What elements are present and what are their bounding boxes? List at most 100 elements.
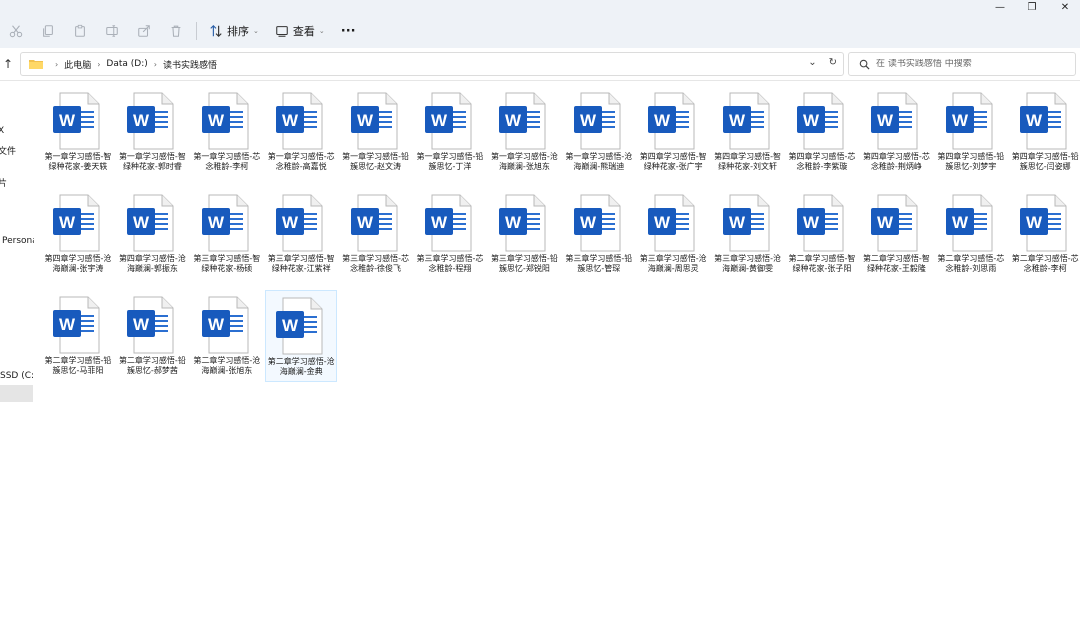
cut-button[interactable] — [0, 14, 32, 48]
delete-button[interactable] — [160, 14, 192, 48]
folder-icon — [29, 60, 43, 69]
file-tile[interactable]: W 第二章学习感悟-铅簇思忆-马菲阳 — [42, 290, 114, 382]
nav-item-ssd-c[interactable]: SSD (C:) — [0, 371, 34, 381]
file-name-label: 第四章学习感悟-智绿种花家-刘文轩 — [714, 152, 782, 171]
maximize-button[interactable]: ❐ — [1017, 0, 1047, 14]
breadcrumb-current-folder[interactable]: 读书实践感悟 — [163, 58, 217, 71]
sort-arrows-icon — [210, 24, 222, 38]
file-tile[interactable]: W 第一章学习感悟-沧海巅澜-张旭东 — [488, 86, 560, 178]
more-options-button[interactable]: ··· — [333, 18, 364, 44]
svg-text:W: W — [505, 213, 522, 232]
view-button[interactable]: 查看 ⌄ — [267, 18, 333, 44]
refresh-icon[interactable]: ↻ — [829, 57, 837, 68]
file-tile[interactable]: W 第二章学习感悟-铅簇思忆-郝梦茜 — [116, 290, 188, 382]
nav-item-2[interactable]: 文件 — [0, 144, 16, 157]
file-tile[interactable]: W 第三章学习感悟-铅簇思忆-郑锐阳 — [488, 188, 560, 280]
address-dropdown-icon[interactable]: ⌄ — [808, 57, 816, 68]
paste-button[interactable] — [64, 14, 96, 48]
file-tile[interactable]: W 第四章学习感悟-沧海巅澜-张宇涛 — [42, 188, 114, 280]
word-doc-icon: W — [201, 296, 253, 354]
file-tile[interactable]: W 第四章学习感悟-铅簇思忆-闫姿娜 — [1009, 86, 1080, 178]
file-name-label: 第一章学习感悟-芯念稚龄-高嘉悦 — [267, 152, 335, 171]
svg-text:W: W — [877, 213, 894, 232]
file-tile[interactable]: W 第三章学习感悟-铅簇思忆-管琛 — [563, 188, 635, 280]
word-doc-icon: W — [945, 92, 997, 150]
file-tile[interactable]: W 第一章学习感悟-智绿种花家-姜天轶 — [42, 86, 114, 178]
file-tile[interactable]: W 第四章学习感悟-智绿种花家-刘文轩 — [712, 86, 784, 178]
up-arrow-icon[interactable]: ↑ — [0, 56, 16, 72]
file-name-label: 第二章学习感悟-智绿种花家-张子阳 — [788, 254, 856, 273]
file-tile[interactable]: W 第三章学习感悟-智绿种花家-江紫祥 — [265, 188, 337, 280]
file-name-label: 第一章学习感悟-沧海巅澜-张旭东 — [490, 152, 558, 171]
word-doc-icon: W — [424, 194, 476, 252]
file-name-label: 第二章学习感悟-沧海巅澜-张旭东 — [193, 356, 261, 375]
breadcrumb-this-pc[interactable]: 此电脑 — [64, 58, 91, 71]
file-tile[interactable]: W 第二章学习感悟-智绿种花家-张子阳 — [786, 188, 858, 280]
nav-item-3[interactable]: 片 — [0, 176, 7, 189]
file-tile[interactable]: W 第三章学习感悟-沧海巅澜-周思灵 — [637, 188, 709, 280]
address-actions: ⌄ ↻ — [808, 57, 837, 68]
word-doc-icon: W — [796, 194, 848, 252]
word-doc-icon: W — [52, 296, 104, 354]
copy-button[interactable] — [32, 14, 64, 48]
search-box[interactable] — [848, 52, 1076, 76]
file-tile[interactable]: W 第二章学习感悟-智绿种花家-王毅隆 — [860, 188, 932, 280]
share-button[interactable] — [128, 14, 160, 48]
file-name-label: 第二章学习感悟-智绿种花家-王毅隆 — [862, 254, 930, 273]
sort-button[interactable]: 排序 ⌄ — [201, 18, 267, 44]
svg-text:W: W — [59, 315, 76, 334]
file-tile[interactable]: W 第二章学习感悟-芯念稚龄-李柯 — [1009, 188, 1080, 280]
file-name-label: 第一章学习感悟-铅簇思忆-赵文涛 — [342, 152, 410, 171]
word-doc-icon: W — [1019, 92, 1071, 150]
file-tile[interactable]: W 第四章学习感悟-沧海巅澜-郭振东 — [116, 188, 188, 280]
file-tile[interactable]: W 第二章学习感悟-沧海巅澜-金典 — [265, 290, 338, 382]
file-tile[interactable]: W 第三章学习感悟-智绿种花家-杨硕 — [191, 188, 263, 280]
file-name-label: 第三章学习感悟-铅簇思忆-郑锐阳 — [490, 254, 558, 273]
file-tile[interactable]: W 第四章学习感悟-智绿种花家-张广宇 — [637, 86, 709, 178]
search-input[interactable] — [876, 59, 1066, 69]
nav-item-personal[interactable]: Persona — [2, 236, 34, 246]
word-doc-icon: W — [1019, 194, 1071, 252]
file-name-label: 第四章学习感悟-沧海巅澜-郭振东 — [118, 254, 186, 273]
word-doc-icon: W — [275, 92, 327, 150]
file-tile[interactable]: W 第一章学习感悟-铅簇思忆-赵文涛 — [340, 86, 412, 178]
file-tile[interactable]: W 第三章学习感悟-芯念稚龄-徐俊飞 — [340, 188, 412, 280]
file-tile[interactable]: W 第一章学习感悟-沧海巅澜-熊瑞迪 — [563, 86, 635, 178]
file-tile[interactable]: W 第四章学习感悟-芯念稚龄-李紫璇 — [786, 86, 858, 178]
minimize-button[interactable]: — — [985, 0, 1015, 14]
file-tile[interactable]: W 第三章学习感悟-芯念稚龄-程翔 — [414, 188, 486, 280]
breadcrumb-separator-icon: › — [55, 59, 59, 69]
file-tile[interactable]: W 第一章学习感悟-芯念稚龄-李柯 — [191, 86, 263, 178]
address-bar[interactable]: › 此电脑 › Data (D:) › 读书实践感悟 ⌄ ↻ — [20, 52, 844, 76]
nav-item-selected-highlight[interactable] — [0, 385, 33, 402]
close-button[interactable]: ✕ — [1050, 0, 1080, 14]
word-doc-icon: W — [126, 296, 178, 354]
breadcrumb-data-drive[interactable]: Data (D:) — [106, 59, 147, 69]
file-tile[interactable]: W 第四章学习感悟-芯念稚龄-荆炳峥 — [860, 86, 932, 178]
file-tile[interactable]: W 第一章学习感悟-智绿种花家-郭时睿 — [116, 86, 188, 178]
copy-icon — [43, 25, 53, 37]
nav-item-1[interactable]: Ⅹ — [0, 126, 4, 136]
file-tile[interactable]: W 第一章学习感悟-芯念稚龄-高嘉悦 — [265, 86, 337, 178]
file-explorer-window: — ❐ ✕ 排序 ⌄ 查看 ⌄ ··· ↑ › 此电脑 › Data (D:) … — [0, 0, 1080, 640]
file-name-label: 第四章学习感悟-智绿种花家-张广宇 — [639, 152, 707, 171]
file-tile[interactable]: W 第二章学习感悟-沧海巅澜-张旭东 — [191, 290, 263, 382]
word-doc-icon: W — [870, 194, 922, 252]
share-icon — [138, 25, 150, 37]
svg-text:W: W — [803, 213, 820, 232]
word-doc-icon: W — [870, 92, 922, 150]
svg-text:W: W — [59, 213, 76, 232]
file-name-label: 第四章学习感悟-铅簇思忆-刘梦宇 — [937, 152, 1005, 171]
svg-text:W: W — [803, 111, 820, 130]
scissors-icon — [9, 25, 23, 38]
svg-text:W: W — [1026, 213, 1043, 232]
file-tile[interactable]: W 第一章学习感悟-铅簇思忆-丁洋 — [414, 86, 486, 178]
svg-text:W: W — [282, 213, 299, 232]
file-tile[interactable]: W 第三章学习感悟-沧海巅澜-黄御雯 — [712, 188, 784, 280]
file-tile[interactable]: W 第四章学习感悟-铅簇思忆-刘梦宇 — [935, 86, 1007, 178]
rename-button[interactable] — [96, 14, 128, 48]
file-tile[interactable]: W 第二章学习感悟-芯念稚龄-刘思雨 — [935, 188, 1007, 280]
word-doc-icon: W — [498, 194, 550, 252]
svg-text:W: W — [952, 213, 969, 232]
svg-text:W: W — [208, 111, 225, 130]
